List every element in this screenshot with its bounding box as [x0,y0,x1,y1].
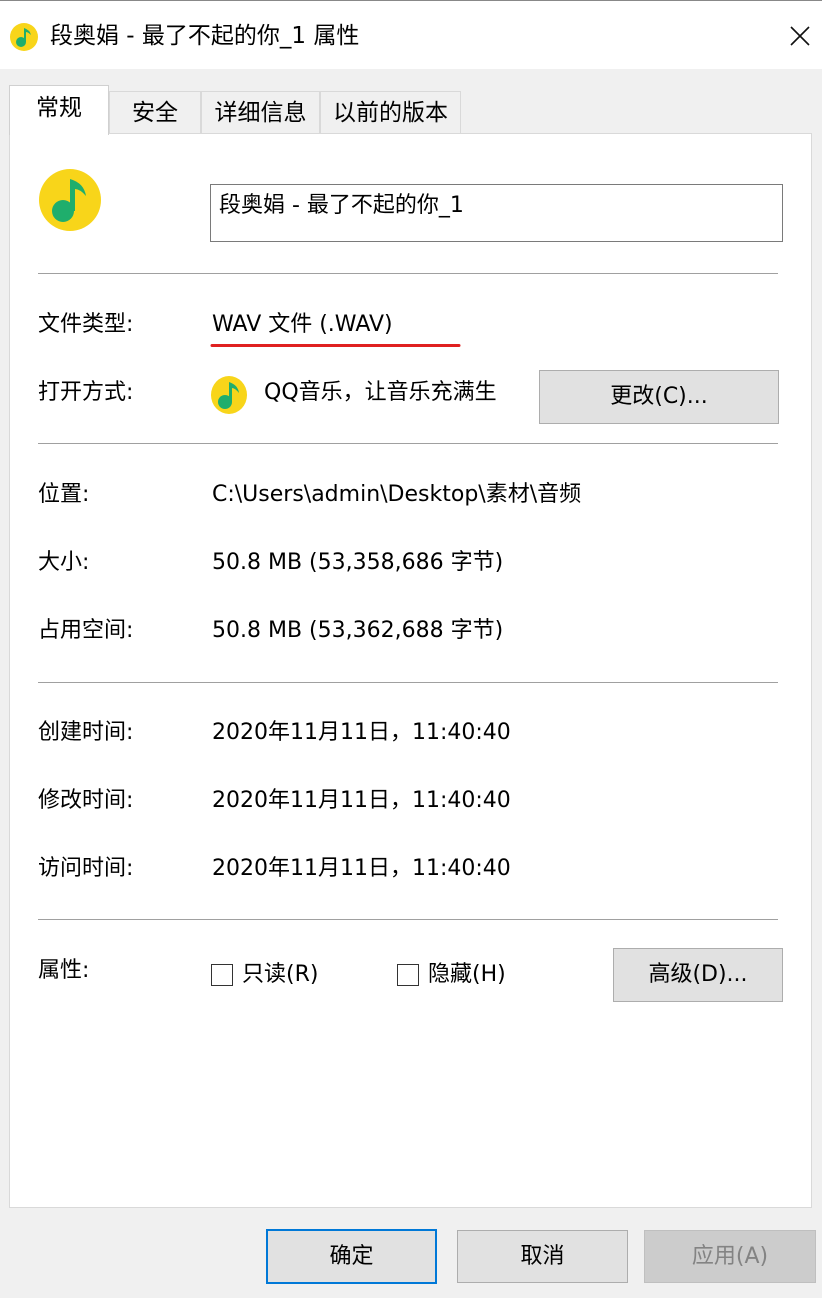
accessed-label: 访问时间: [38,856,134,881]
tab-previous-versions[interactable]: 以前的版本 [320,91,461,134]
disk-size-label: 占用空间: [38,618,134,643]
general-tab-panel [9,133,812,1208]
modified-value: 2020年11月11日，11:40:40 [212,788,511,813]
close-button[interactable] [776,15,822,57]
open-with-label: 打开方式: [38,380,134,405]
open-with-app-name: QQ音乐，让音乐充满生 [264,380,497,405]
separator [38,919,778,920]
separator [38,273,778,274]
location-value: C:\Users\admin\Desktop\素材\音频 [212,482,582,507]
accessed-value: 2020年11月11日，11:40:40 [212,856,511,881]
created-label: 创建时间: [38,720,134,745]
file-name-input[interactable]: 段奥娟 - 最了不起的你_1 [210,184,783,242]
file-type-value: WAV 文件 (.WAV) [212,312,393,337]
ok-button[interactable]: 确定 [266,1229,437,1284]
tab-general[interactable]: 常规 [9,85,109,135]
qq-music-icon [210,375,248,415]
change-button[interactable]: 更改(C)... [539,370,779,424]
size-label: 大小: [38,550,90,575]
readonly-label[interactable]: 只读(R) [242,960,318,990]
title-bar: 段奥娟 - 最了不起的你_1 属性 [0,1,822,69]
size-value: 50.8 MB (53,358,686 字节) [212,550,504,575]
properties-window: 段奥娟 - 最了不起的你_1 属性 常规 安全 详细信息 以前的版本 段奥娟 -… [0,0,822,1298]
location-label: 位置: [38,482,90,507]
file-type-icon [38,168,102,232]
disk-size-value: 50.8 MB (53,362,688 字节) [212,618,504,643]
created-value: 2020年11月11日，11:40:40 [212,720,511,745]
advanced-button[interactable]: 高级(D)... [613,948,783,1002]
separator [38,443,778,444]
hidden-checkbox[interactable] [397,964,419,986]
separator [38,682,778,683]
attributes-label: 属性: [38,958,90,983]
modified-label: 修改时间: [38,788,134,813]
cancel-button[interactable]: 取消 [457,1230,628,1283]
qq-music-icon [9,22,39,52]
close-icon [790,26,810,46]
apply-button[interactable]: 应用(A) [644,1230,816,1283]
tab-security[interactable]: 安全 [109,91,201,134]
file-type-label: 文件类型: [38,312,134,337]
hidden-label[interactable]: 隐藏(H) [428,960,506,990]
readonly-checkbox[interactable] [211,964,233,986]
tab-details[interactable]: 详细信息 [201,91,320,134]
window-title: 段奥娟 - 最了不起的你_1 属性 [50,23,360,49]
red-underline-annotation [210,344,461,347]
